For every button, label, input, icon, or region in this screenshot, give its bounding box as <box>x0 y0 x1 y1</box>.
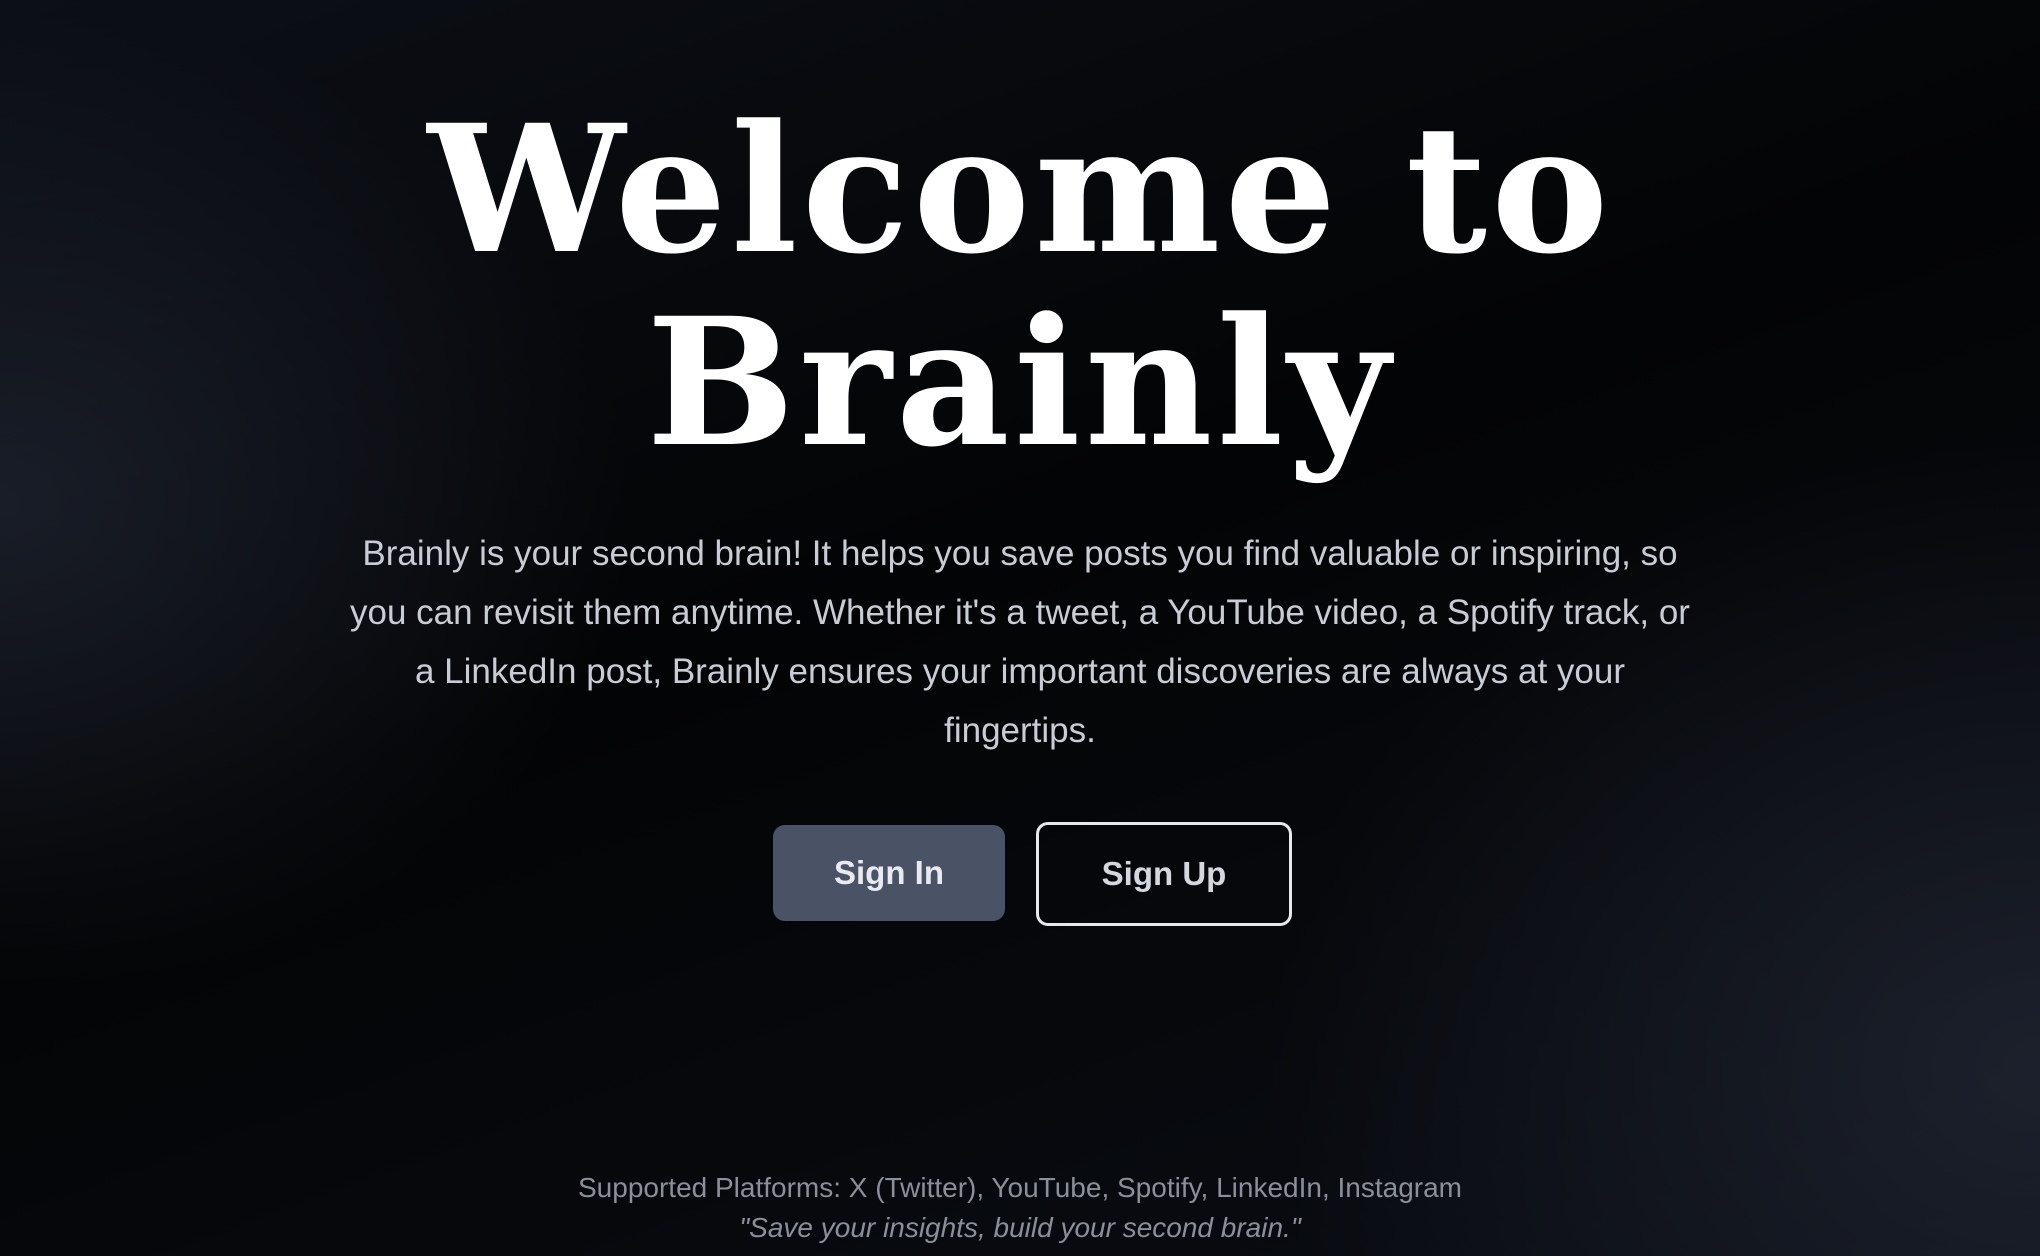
sign-in-button[interactable]: Sign In <box>773 825 1005 921</box>
page-footer: Supported Platforms: X (Twitter), YouTub… <box>0 1168 2040 1248</box>
hero-title-line-1: Welcome to <box>427 86 1613 293</box>
auth-button-group: Sign In Sign Up <box>0 822 2040 926</box>
tagline-text: "Save your insights, build your second b… <box>739 1212 1301 1243</box>
supported-platforms-text: Supported Platforms: X (Twitter), YouTub… <box>578 1172 1462 1203</box>
hero-title-line-2: Brainly <box>646 279 1394 486</box>
hero-description: Brainly is your second brain! It helps y… <box>350 534 1690 750</box>
landing-hero: Welcome to Brainly Brainly is your secon… <box>0 0 2040 1256</box>
sign-up-button[interactable]: Sign Up <box>1036 822 1292 926</box>
